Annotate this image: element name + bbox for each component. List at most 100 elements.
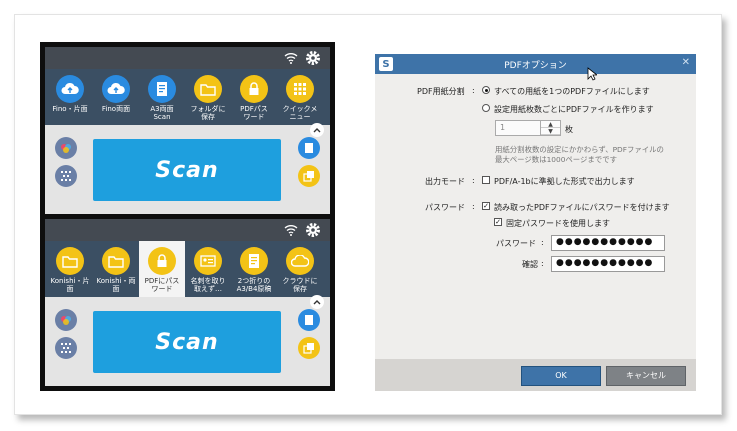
shortcut-pdf-password[interactable]: PDFパス ワード <box>231 75 277 121</box>
mouse-cursor-icon <box>587 67 597 81</box>
touch-screen: Fino・片面 Fino両面 A3両面 Scan フォルダに 保存 PDFパス … <box>45 47 330 217</box>
touch-screen: Konishi・片 面 Konishi・両 面 PDFにパス ワード 名刺を取り… <box>45 219 330 386</box>
shortcut-row: Fino・片面 Fino両面 A3両面 Scan フォルダに 保存 PDFパス … <box>45 69 330 125</box>
shortcut-label: A3両面 Scan <box>150 105 174 121</box>
lock-icon <box>148 247 176 275</box>
shortcut-label: Konishi・両 面 <box>96 277 136 293</box>
gear-icon[interactable] <box>304 221 322 239</box>
pdf-options-dialog: S PDFオプション ✕ PDF用紙分割 : すべての用紙を1つのPDFファイル… <box>375 54 696 391</box>
resolution-icon[interactable] <box>55 165 77 187</box>
shortcut-row: Konishi・片 面 Konishi・両 面 PDFにパス ワード 名刺を取り… <box>45 241 330 297</box>
confirm-field-label: 確認 <box>522 260 538 269</box>
scan-label: Scan <box>155 329 219 355</box>
option-all-label: すべての用紙を1つのPDFファイルにします <box>494 87 650 96</box>
folder-icon <box>194 75 222 103</box>
shortcut-label: クイックメ ニュー <box>282 105 318 121</box>
fixed-password-label: 固定パスワードを使用します <box>506 219 610 228</box>
pdfa-label: PDF/A-1bに準拠した形式で出力します <box>494 177 635 186</box>
stepper-value: 1 <box>500 123 506 132</box>
max-pages-note: 用紙分割枚数の設定にかかわらず、PDFファイルの 最大ページ数は1000ページま… <box>495 145 664 164</box>
cloud-upload-icon <box>56 75 84 103</box>
output-mode-label: 出力モード <box>425 177 465 186</box>
scan-button[interactable]: Scan <box>93 139 281 201</box>
radio-per-sheets[interactable] <box>482 104 490 112</box>
chevron-up-icon[interactable]: ▲ <box>541 121 560 128</box>
shortcut-label: Konishi・片 面 <box>50 277 90 293</box>
stepper-buttons[interactable]: ▲ ▼ <box>540 121 560 135</box>
option-per-label: 設定用紙枚数ごとにPDFファイルを作ります <box>494 105 654 114</box>
shortcut-business-card[interactable]: 名刺を取り 取えず… <box>185 247 231 293</box>
shortcut-label: Fino両面 <box>101 105 131 113</box>
split-colon: : <box>472 86 475 95</box>
collapse-chevron-icon[interactable] <box>310 295 324 309</box>
shortcut-folded-a3-b4[interactable]: 2つ折りの A3/B4原稿 <box>231 247 277 293</box>
color-mode-icon[interactable] <box>55 309 77 331</box>
folder-icon <box>56 247 84 275</box>
dialog-title: PDFオプション <box>504 61 567 71</box>
sheets-count-stepper[interactable]: 1 ▲ ▼ <box>495 120 561 136</box>
shortcut-label: PDFにパス ワード <box>144 277 180 293</box>
collapse-chevron-icon[interactable] <box>310 123 324 137</box>
shortcut-label: 名刺を取り 取えず… <box>190 277 226 293</box>
scan-label: Scan <box>155 157 219 183</box>
split-label: PDF用紙分割 <box>417 87 465 96</box>
document-icon <box>148 75 176 103</box>
shortcut-konishi-duplex[interactable]: Konishi・両 面 <box>93 247 139 293</box>
duplex-icon[interactable] <box>298 165 320 187</box>
dialog-titlebar: S PDFオプション ✕ <box>375 54 696 74</box>
stepper-unit: 枚 <box>565 125 573 134</box>
shortcut-a3-duplex-scan[interactable]: A3両面 Scan <box>139 75 185 121</box>
password-colon: : <box>472 202 475 211</box>
cloud-icon <box>286 247 314 275</box>
add-password-label: 読み取ったPDFファイルにパスワードを付けます <box>494 203 670 212</box>
scanner-panel-top: Fino・片面 Fino両面 A3両面 Scan フォルダに 保存 PDFパス … <box>40 42 335 222</box>
chevron-down-icon[interactable]: ▼ <box>541 128 560 135</box>
page-setting-icon[interactable] <box>298 137 320 159</box>
lock-icon <box>240 75 268 103</box>
duplex-icon[interactable] <box>298 337 320 359</box>
gear-icon[interactable] <box>304 49 322 67</box>
wifi-icon <box>284 225 298 236</box>
checkbox-pdfa[interactable] <box>482 176 490 184</box>
cloud-upload-icon <box>102 75 130 103</box>
radio-all-in-one[interactable] <box>482 86 490 94</box>
password-section-label: パスワード <box>425 203 465 212</box>
resolution-icon[interactable] <box>55 337 77 359</box>
scan-button[interactable]: Scan <box>93 311 281 373</box>
shortcut-label: 2つ折りの A3/B4原稿 <box>236 277 272 293</box>
card-icon <box>194 247 222 275</box>
shortcut-label: Fino・片面 <box>52 105 88 113</box>
status-bar <box>45 219 330 241</box>
shortcut-konishi-simplex[interactable]: Konishi・片 面 <box>47 247 93 293</box>
scan-area: Scan <box>45 125 330 217</box>
password-field-label: パスワード <box>496 239 536 248</box>
scan-area: Scan <box>45 297 330 386</box>
shortcut-label: クラウドに 保存 <box>282 277 318 293</box>
grid-icon <box>286 75 314 103</box>
shortcut-quick-menu[interactable]: クイックメ ニュー <box>277 75 323 121</box>
shortcut-pdf-with-password[interactable]: PDFにパス ワード <box>139 241 185 297</box>
checkbox-fixed-password[interactable]: ✓ <box>494 218 502 226</box>
shortcut-label: フォルダに 保存 <box>190 105 226 121</box>
shortcut-save-to-cloud[interactable]: クラウドに 保存 <box>277 247 323 293</box>
document-icon <box>240 247 268 275</box>
folder-icon <box>102 247 130 275</box>
ok-button[interactable]: OK <box>521 366 601 386</box>
status-bar <box>45 47 330 69</box>
confirm-field-colon: : <box>541 259 544 268</box>
color-mode-icon[interactable] <box>55 137 77 159</box>
close-icon[interactable]: ✕ <box>682 57 690 68</box>
checkbox-add-password[interactable]: ✓ <box>482 202 490 210</box>
shortcut-label: PDFパス ワード <box>240 105 268 121</box>
shortcut-save-to-folder[interactable]: フォルダに 保存 <box>185 75 231 121</box>
shortcut-fino-simplex[interactable]: Fino・片面 <box>47 75 93 113</box>
password-field[interactable]: ●●●●●●●●●●● <box>551 235 665 251</box>
page-setting-icon[interactable] <box>298 309 320 331</box>
wifi-icon <box>284 53 298 64</box>
dialog-footer: OK キャンセル <box>375 359 696 391</box>
cancel-button[interactable]: キャンセル <box>606 366 686 386</box>
password-field-colon: : <box>541 238 544 247</box>
shortcut-fino-duplex[interactable]: Fino両面 <box>93 75 139 113</box>
confirm-password-field[interactable]: ●●●●●●●●●●● <box>551 256 665 272</box>
scanner-panel-bottom: Konishi・片 面 Konishi・両 面 PDFにパス ワード 名刺を取り… <box>40 214 335 391</box>
